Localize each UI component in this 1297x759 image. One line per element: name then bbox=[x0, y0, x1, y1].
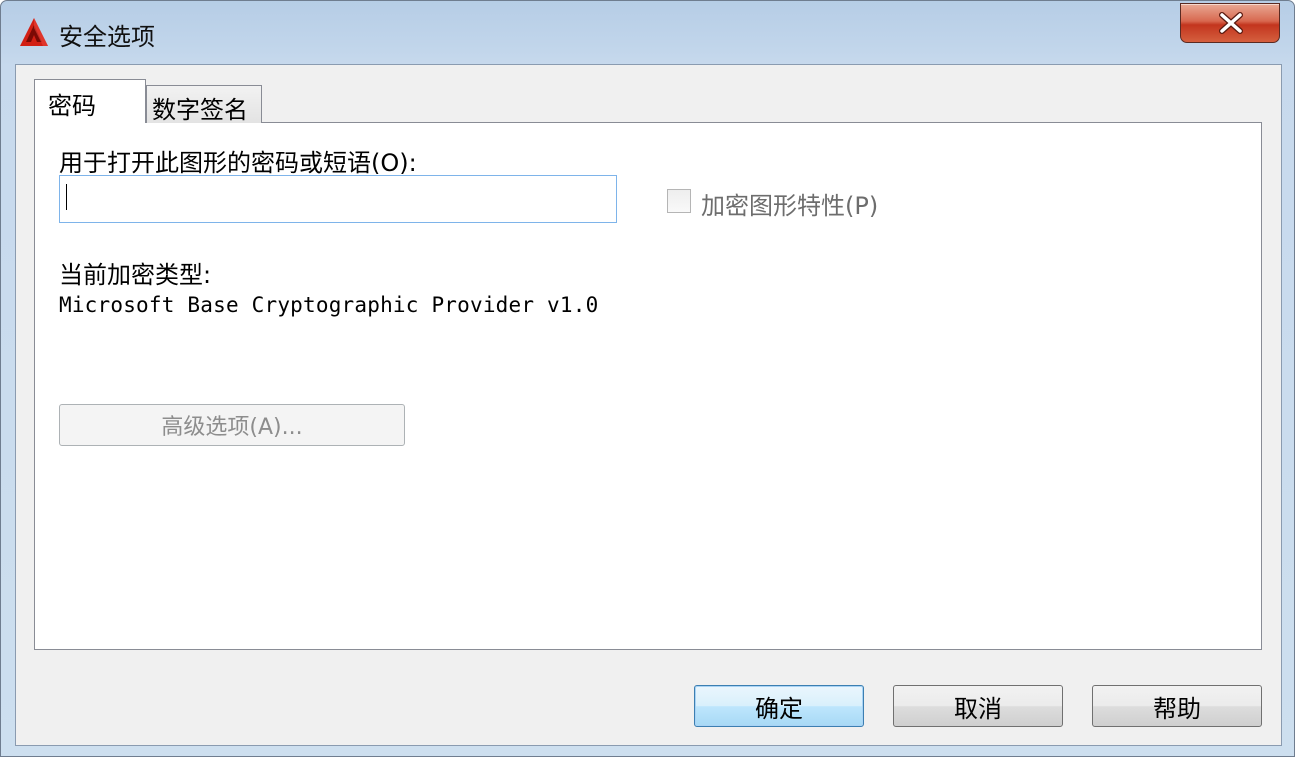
encryption-type-value: Microsoft Base Cryptographic Provider v1… bbox=[59, 293, 599, 317]
advanced-options-button[interactable]: 高级选项(A)... bbox=[59, 404, 405, 446]
ok-button[interactable]: 确定 bbox=[694, 685, 864, 727]
tab-password[interactable]: 密码 bbox=[34, 79, 146, 123]
help-button[interactable]: 帮助 bbox=[1092, 685, 1262, 727]
cancel-button[interactable]: 取消 bbox=[893, 685, 1063, 727]
security-options-dialog: 安全选项 密码 数字签名 用于打开此图形的密码或短语(O): 加密图形特性(P)… bbox=[0, 0, 1295, 757]
window-title: 安全选项 bbox=[59, 23, 155, 51]
encrypt-properties-checkbox[interactable] bbox=[667, 189, 691, 213]
password-label: 用于打开此图形的密码或短语(O): bbox=[59, 149, 417, 177]
encryption-type-label: 当前加密类型: bbox=[59, 261, 212, 289]
tab-panel-password: 用于打开此图形的密码或短语(O): 加密图形特性(P) 当前加密类型: Micr… bbox=[34, 122, 1262, 650]
close-icon bbox=[1219, 12, 1243, 34]
encrypt-properties-label: 加密图形特性(P) bbox=[701, 192, 879, 220]
tab-label: 密码 bbox=[48, 92, 96, 120]
close-button[interactable] bbox=[1180, 3, 1280, 43]
text-caret bbox=[66, 184, 67, 210]
autocad-logo-icon bbox=[20, 18, 48, 46]
dialog-client-area: 密码 数字签名 用于打开此图形的密码或短语(O): 加密图形特性(P) 当前加密… bbox=[15, 64, 1282, 746]
tab-digital-signature[interactable]: 数字签名 bbox=[146, 85, 262, 124]
tab-label: 数字签名 bbox=[152, 96, 248, 124]
password-input[interactable] bbox=[59, 175, 617, 223]
title-bar[interactable]: 安全选项 bbox=[1, 1, 1294, 63]
